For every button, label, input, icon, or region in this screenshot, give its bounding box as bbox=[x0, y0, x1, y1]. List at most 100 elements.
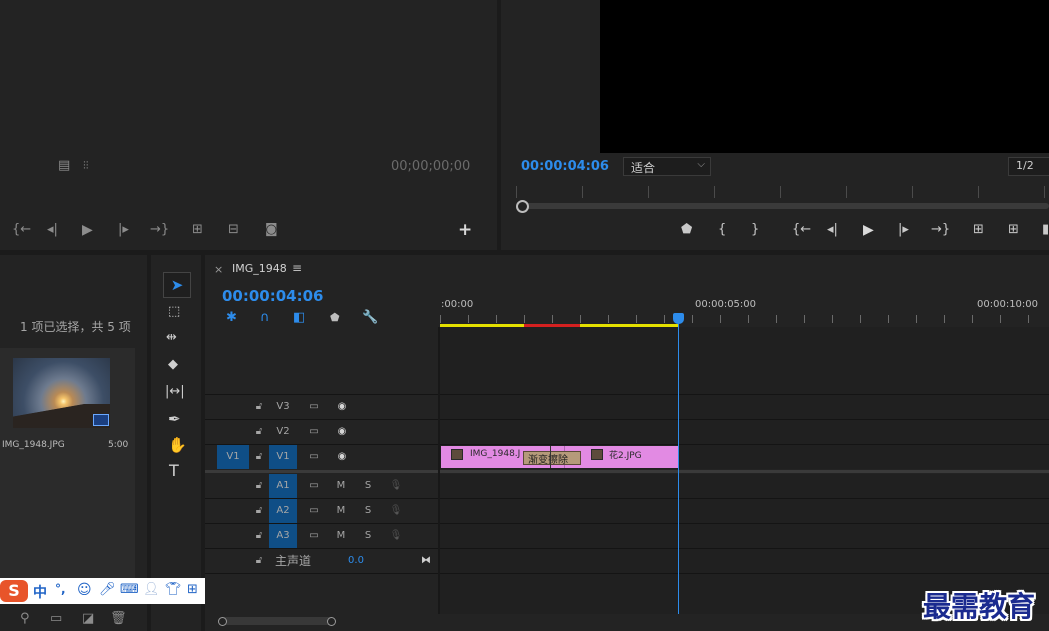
track-label-a3[interactable]: A3 bbox=[269, 524, 297, 548]
mute-button[interactable]: M bbox=[333, 524, 349, 548]
go-to-in-icon[interactable]: {← bbox=[792, 223, 811, 237]
keyboard-icon[interactable]: ⌨ bbox=[120, 582, 139, 597]
emoji-icon[interactable]: ☺ bbox=[77, 582, 92, 598]
go-to-edit-icon[interactable]: ⧓ bbox=[418, 549, 434, 573]
film-icon[interactable]: ▤ bbox=[58, 159, 70, 173]
close-icon[interactable]: × bbox=[214, 263, 223, 276]
wrench-icon[interactable]: 🔧 bbox=[362, 311, 378, 325]
step-back-icon[interactable]: ◂| bbox=[47, 223, 58, 237]
go-to-out-icon[interactable]: →} bbox=[931, 223, 950, 237]
extract-icon[interactable]: ⊞ bbox=[1008, 223, 1019, 237]
step-forward-icon[interactable]: |▸ bbox=[898, 223, 909, 237]
mute-button[interactable]: M bbox=[333, 499, 349, 523]
add-marker-icon[interactable]: ⬟ bbox=[330, 311, 340, 325]
track-lane-a3[interactable] bbox=[440, 524, 1049, 548]
track-label-v3[interactable]: V3 bbox=[269, 395, 297, 419]
transition-block[interactable]: 渐变擦除 bbox=[523, 451, 581, 466]
folder-icon[interactable]: ▭ bbox=[50, 612, 62, 626]
export-frame-icon[interactable]: ▮ bbox=[1042, 223, 1049, 237]
program-mini-ruler[interactable] bbox=[516, 186, 1049, 198]
track-lane-v3[interactable] bbox=[440, 395, 1049, 419]
lock-icon[interactable]: 🔓︎ bbox=[252, 420, 266, 444]
snap-magnet-icon[interactable]: ∩ bbox=[260, 311, 270, 325]
lock-icon[interactable]: 🔓︎ bbox=[252, 395, 266, 419]
hand-tool-icon[interactable]: ✋ bbox=[168, 438, 187, 453]
timeline-ruler[interactable]: :00:00 00:00:05:00 00:00:10:00 bbox=[440, 295, 1049, 327]
track-lane-a2[interactable] bbox=[440, 499, 1049, 523]
lock-icon[interactable]: 🔓︎ bbox=[252, 499, 266, 523]
camera-icon[interactable]: ▭ bbox=[305, 445, 323, 469]
sync-lock-icon[interactable]: ▭ bbox=[305, 524, 323, 548]
program-scrub-bar[interactable] bbox=[516, 203, 1049, 209]
ripple-edit-tool-icon[interactable]: ⇹ bbox=[166, 331, 177, 345]
mark-in-icon[interactable]: { bbox=[718, 223, 726, 237]
ime-lang-toggle[interactable]: 中 bbox=[33, 582, 47, 602]
razor-tool-icon[interactable]: ◆ bbox=[168, 358, 178, 372]
solo-button[interactable]: S bbox=[360, 499, 376, 523]
lift-icon[interactable]: ⊞ bbox=[973, 223, 984, 237]
sequence-tab[interactable]: IMG_1948 bbox=[232, 262, 287, 275]
trash-icon[interactable]: 🗑 bbox=[110, 612, 127, 626]
scroll-handle-right[interactable] bbox=[327, 617, 336, 626]
play-icon[interactable]: ▶ bbox=[82, 223, 93, 237]
program-timecode[interactable]: 00:00:04:06 bbox=[521, 159, 609, 174]
solo-button[interactable]: S bbox=[360, 524, 376, 548]
track-lane-v2[interactable] bbox=[440, 420, 1049, 444]
play-icon[interactable]: ▶ bbox=[863, 223, 874, 237]
lock-icon[interactable]: 🔓︎ bbox=[252, 474, 266, 498]
fit-dropdown[interactable]: 适合 ⌵ bbox=[623, 157, 711, 176]
timeline-clip[interactable]: 花2.JPG bbox=[565, 446, 678, 468]
insert-icon[interactable]: ⊞ bbox=[192, 223, 203, 237]
track-lane-a1[interactable] bbox=[440, 474, 1049, 498]
track-label-v1[interactable]: V1 bbox=[269, 445, 297, 469]
playhead-line[interactable] bbox=[678, 322, 679, 614]
eye-icon[interactable]: ◉ bbox=[333, 395, 351, 419]
add-button-icon[interactable]: + bbox=[458, 222, 472, 239]
source-patch-v1[interactable]: V1 bbox=[217, 445, 249, 469]
lock-icon[interactable]: 🔓︎ bbox=[252, 549, 266, 573]
slip-tool-icon[interactable]: |↔| bbox=[165, 385, 185, 399]
lock-icon[interactable]: 🔓︎ bbox=[252, 445, 266, 469]
search-icon[interactable]: ⚲ bbox=[20, 612, 30, 626]
user-icon[interactable]: 👤︎ bbox=[143, 582, 160, 597]
microphone-icon[interactable]: 🎤︎ bbox=[99, 582, 116, 597]
go-to-out-icon[interactable]: →} bbox=[150, 223, 169, 237]
video-audio-divider[interactable] bbox=[205, 470, 1049, 473]
zoom-scrollbar[interactable] bbox=[218, 617, 334, 625]
clip-thumbnail[interactable] bbox=[13, 358, 110, 428]
scroll-handle-left[interactable] bbox=[218, 617, 227, 626]
go-to-in-icon[interactable]: {← bbox=[12, 223, 31, 237]
ime-punct-toggle[interactable]: °, bbox=[55, 582, 66, 596]
sync-lock-icon[interactable]: ▭ bbox=[305, 499, 323, 523]
track-label-v2[interactable]: V2 bbox=[269, 420, 297, 444]
eye-icon[interactable]: ◉ bbox=[333, 445, 351, 469]
track-label-a2[interactable]: A2 bbox=[269, 499, 297, 523]
camera-icon[interactable]: ◙ bbox=[265, 223, 278, 237]
eye-icon[interactable]: ◉ bbox=[333, 420, 351, 444]
step-forward-icon[interactable]: |▸ bbox=[118, 223, 129, 237]
microphone-icon[interactable]: 🎙︎ bbox=[388, 474, 404, 498]
sogou-logo-icon[interactable]: S bbox=[0, 580, 28, 602]
selection-tool-icon[interactable]: ➤ bbox=[163, 272, 191, 298]
master-volume-value[interactable]: 0.0 bbox=[345, 549, 367, 573]
new-item-icon[interactable]: ◪ bbox=[82, 612, 94, 626]
timeline-timecode[interactable]: 00:00:04:06 bbox=[222, 287, 324, 305]
skin-shirt-icon[interactable]: 👕︎ bbox=[165, 582, 182, 597]
track-select-tool-icon[interactable]: ⬚ bbox=[168, 305, 180, 319]
camera-icon[interactable]: ▭ bbox=[305, 395, 323, 419]
camera-icon[interactable]: ▭ bbox=[305, 420, 323, 444]
project-clip-card[interactable]: IMG_1948.JPG 5:00 bbox=[0, 348, 135, 583]
toolbox-grid-icon[interactable]: ⊞ bbox=[187, 582, 198, 597]
audio-waveform-icon[interactable]: ⫶⫶ bbox=[83, 159, 89, 173]
resolution-dropdown[interactable]: 1/2 bbox=[1008, 157, 1049, 176]
type-tool-icon[interactable]: T bbox=[169, 463, 179, 479]
mute-button[interactable]: M bbox=[333, 474, 349, 498]
overwrite-icon[interactable]: ⊟ bbox=[228, 223, 239, 237]
solo-button[interactable]: S bbox=[360, 474, 376, 498]
track-label-a1[interactable]: A1 bbox=[269, 474, 297, 498]
panel-menu-icon[interactable]: ≡ bbox=[292, 261, 302, 275]
linked-selection-icon[interactable]: ◧ bbox=[293, 311, 305, 325]
microphone-icon[interactable]: 🎙︎ bbox=[388, 499, 404, 523]
sync-lock-icon[interactable]: ▭ bbox=[305, 474, 323, 498]
playhead-handle[interactable] bbox=[516, 200, 529, 213]
